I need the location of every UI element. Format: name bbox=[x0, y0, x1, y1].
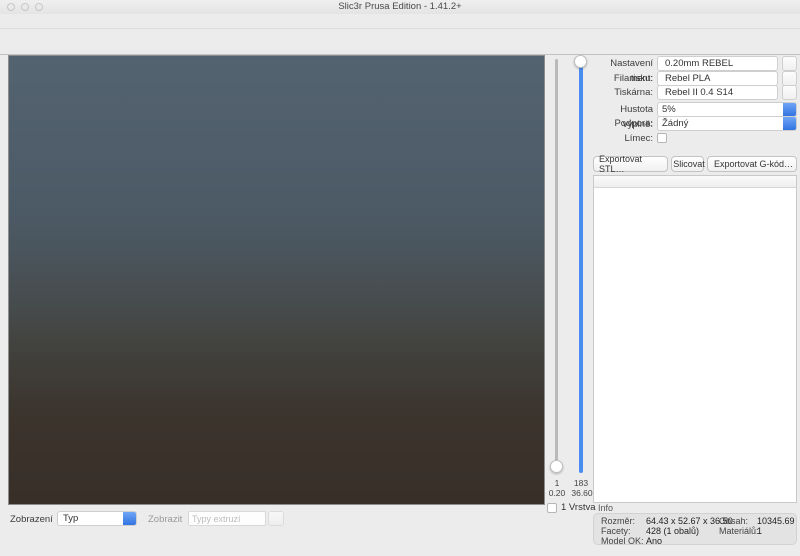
support-value: Žádný bbox=[662, 118, 688, 129]
popup-arrows-icon bbox=[123, 512, 136, 525]
view-type-select[interactable]: Typ bbox=[57, 511, 137, 526]
sidebar: Nastavení tisku: 0.20mm REBEL Filament: … bbox=[593, 55, 800, 556]
volume-label: Obsah: bbox=[719, 516, 748, 526]
minimize-button[interactable] bbox=[21, 3, 29, 11]
objects-table-header bbox=[594, 176, 796, 188]
brim-label: Límec: bbox=[593, 131, 653, 146]
infill-value: 5% bbox=[662, 104, 676, 115]
export-stl-label: Exportovat STL… bbox=[599, 154, 665, 174]
popup-arrows-icon bbox=[783, 103, 796, 116]
print-settings-combo[interactable]: 0.20mm REBEL bbox=[657, 56, 778, 71]
titlebar: Slic3r Prusa Edition - 1.41.2+ bbox=[0, 0, 800, 14]
brim-checkbox[interactable] bbox=[657, 133, 667, 143]
layer-slider-zone: 1 183 0.20 36.60 bbox=[545, 55, 593, 505]
facets-value: 428 (1 obalů) bbox=[646, 526, 699, 536]
slice-label: Slicovat bbox=[673, 159, 705, 169]
show-label: Zobrazit bbox=[148, 514, 182, 525]
info-panel: Rozměr: 64.43 x 52.67 x 36.50 Facety: 42… bbox=[593, 513, 797, 545]
main-tab-bar bbox=[0, 14, 800, 28]
extrusion-types-input[interactable] bbox=[188, 511, 266, 526]
print-settings-dropdown-button[interactable] bbox=[782, 56, 797, 71]
support-select[interactable]: Žádný bbox=[657, 116, 797, 131]
layer-min-height: 0.20 bbox=[545, 488, 569, 498]
close-button[interactable] bbox=[7, 3, 15, 11]
size-label: Rozměr: bbox=[601, 516, 635, 526]
layer-slider-max-track[interactable] bbox=[579, 59, 583, 473]
extrusion-types-dropdown-button[interactable] bbox=[268, 511, 284, 526]
filament-combo[interactable]: Rebel PLA bbox=[657, 71, 778, 86]
layer-max-number: 183 bbox=[571, 478, 591, 488]
filament-dropdown-button[interactable] bbox=[782, 71, 797, 86]
printer-combo[interactable]: Rebel II 0.4 S14 bbox=[657, 85, 778, 100]
printer-label: Tiskárna: bbox=[593, 85, 653, 100]
single-layer-toggle[interactable]: 1 Vrstva bbox=[547, 502, 596, 513]
support-label: Podpora: bbox=[593, 116, 653, 131]
facets-label: Facety: bbox=[601, 526, 631, 536]
filament-label: Filament: bbox=[593, 71, 653, 86]
export-gcode-button[interactable]: Exportovat G-kód… bbox=[707, 156, 797, 172]
layer-slider-min-knob[interactable] bbox=[550, 460, 563, 473]
layer-max-height: 36.60 bbox=[569, 488, 595, 498]
printer-dropdown-button[interactable] bbox=[782, 85, 797, 100]
3d-viewport[interactable] bbox=[8, 55, 545, 505]
single-layer-label: 1 Vrstva bbox=[561, 502, 596, 513]
export-stl-button[interactable]: Exportovat STL… bbox=[593, 156, 668, 172]
info-title: Info bbox=[598, 503, 613, 513]
bottom-bar: Zobrazení Typ Zobrazit bbox=[0, 505, 593, 556]
popup-arrows-icon bbox=[783, 117, 796, 130]
window-title: Slic3r Prusa Edition - 1.41.2+ bbox=[0, 0, 800, 14]
print-settings-value: 0.20mm REBEL bbox=[665, 58, 733, 69]
filament-value: Rebel PLA bbox=[665, 73, 710, 84]
layer-slider-max-knob[interactable] bbox=[574, 55, 587, 68]
volume-value: 10345.69 bbox=[757, 516, 795, 526]
materials-label: Materiálů: bbox=[719, 526, 759, 536]
materials-value: 1 bbox=[757, 526, 762, 536]
model-ok-value: Ano bbox=[646, 536, 662, 546]
traffic-lights bbox=[7, 3, 43, 11]
infill-select[interactable]: 5% bbox=[657, 102, 797, 117]
layer-min-number: 1 bbox=[547, 478, 567, 488]
printer-value: Rebel II 0.4 S14 bbox=[665, 87, 733, 98]
app-window: Slic3r Prusa Edition - 1.41.2+ 1 183 0.2… bbox=[0, 0, 800, 556]
layer-slider-min-track[interactable] bbox=[555, 59, 558, 471]
slice-button[interactable]: Slicovat bbox=[671, 156, 704, 172]
model-ok-label: Model OK: bbox=[601, 536, 644, 546]
zoom-button[interactable] bbox=[35, 3, 43, 11]
plate-scene bbox=[9, 56, 544, 504]
toolbar bbox=[0, 28, 800, 55]
export-gcode-label: Exportovat G-kód… bbox=[714, 159, 793, 169]
objects-table bbox=[593, 175, 797, 503]
view-type-value: Typ bbox=[63, 513, 78, 524]
single-layer-checkbox[interactable] bbox=[547, 503, 557, 513]
view-mode-label: Zobrazení bbox=[10, 514, 53, 525]
